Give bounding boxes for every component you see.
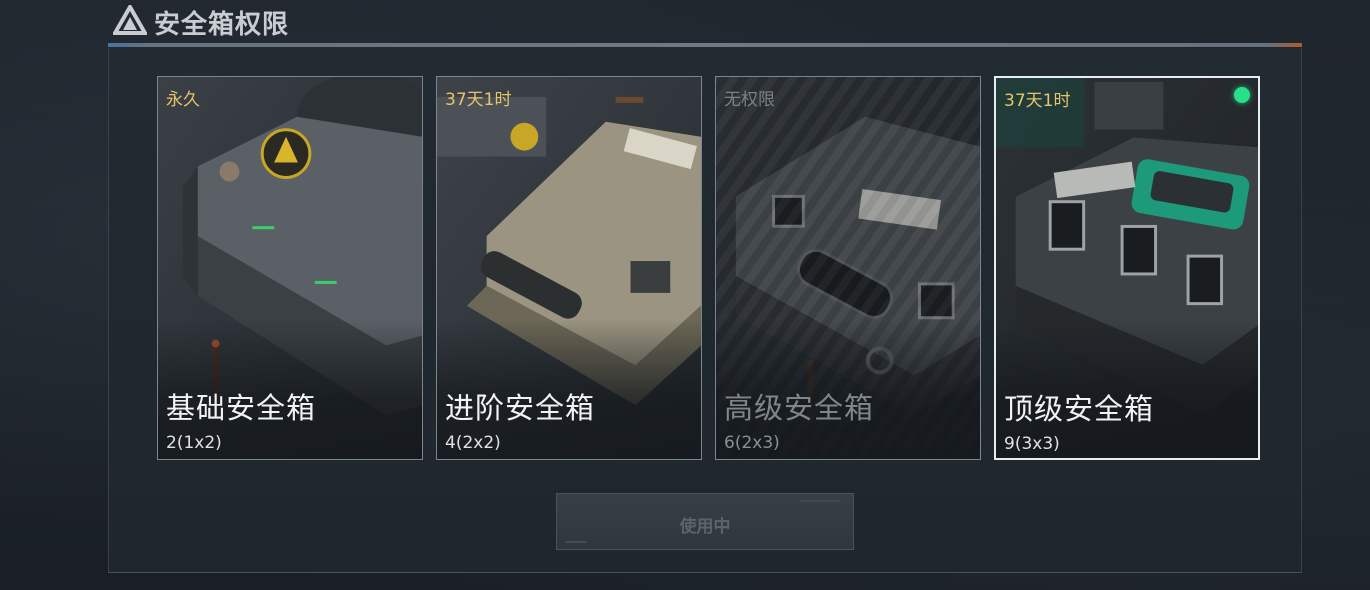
delta-logo-icon bbox=[113, 5, 147, 35]
safe-box-card-senior[interactable]: 无权限 高级安全箱 6(2x3) bbox=[715, 76, 981, 460]
card-title: 顶级安全箱 bbox=[1004, 392, 1155, 426]
card-capacity: 2(1x2) bbox=[166, 433, 222, 453]
title-bar: 安全箱权限 bbox=[108, 0, 1302, 47]
card-status: 无权限 bbox=[724, 90, 775, 110]
safe-box-card-top[interactable]: 37天1时 顶级安全箱 9(3x3) bbox=[994, 76, 1260, 460]
card-capacity: 9(3x3) bbox=[1004, 434, 1060, 454]
in-use-button-label: 使用中 bbox=[679, 517, 731, 537]
safe-box-card-basic[interactable]: 永久 基础安全箱 2(1x2) bbox=[157, 76, 423, 460]
screen: 安全箱权限 永久 基础安全箱 2(1x2) 37天1时 进阶安全箱 4(2x2)… bbox=[0, 0, 1370, 590]
title-divider bbox=[108, 43, 1302, 47]
card-status: 37天1时 bbox=[1004, 91, 1071, 111]
card-title: 进阶安全箱 bbox=[445, 391, 596, 425]
card-title: 基础安全箱 bbox=[166, 391, 317, 425]
page-title: 安全箱权限 bbox=[154, 10, 290, 40]
in-use-button[interactable]: 使用中 bbox=[556, 493, 854, 550]
card-status: 永久 bbox=[166, 90, 200, 110]
card-title: 高级安全箱 bbox=[724, 391, 875, 425]
selected-indicator-icon bbox=[1234, 87, 1250, 103]
card-status: 37天1时 bbox=[445, 90, 512, 110]
card-capacity: 4(2x2) bbox=[445, 433, 501, 453]
safe-box-card-advanced[interactable]: 37天1时 进阶安全箱 4(2x2) bbox=[436, 76, 702, 460]
card-capacity: 6(2x3) bbox=[724, 433, 780, 453]
